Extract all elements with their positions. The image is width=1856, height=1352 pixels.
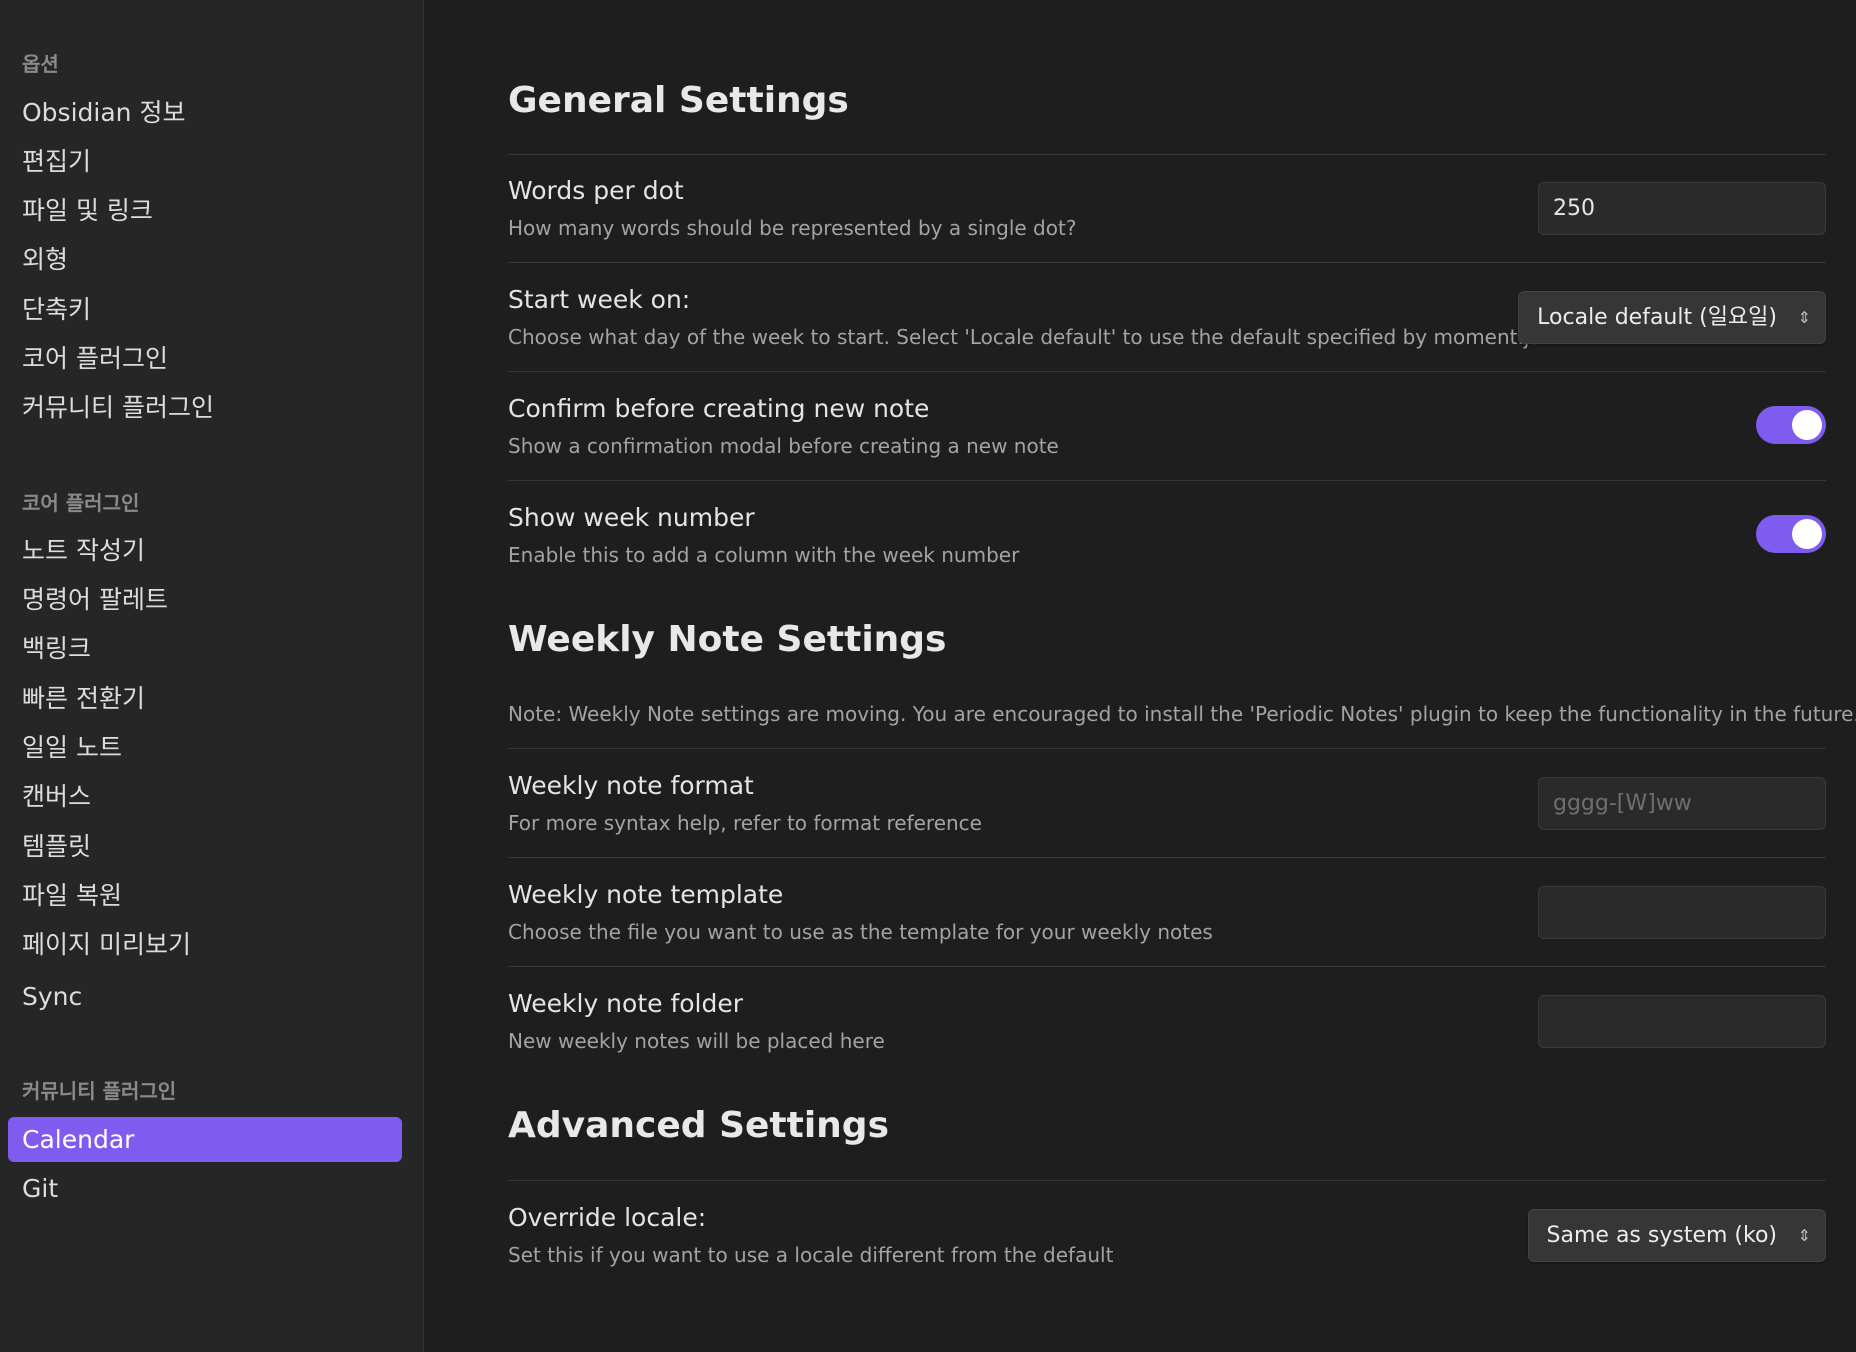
sidebar-item-templates[interactable]: 템플릿 [8,824,402,869]
confirm-new-note-name: Confirm before creating new note [508,394,930,423]
settings-sidebar: 옵션 Obsidian 정보 편집기 파일 및 링크 외형 단축키 코어 플러그… [0,0,424,1352]
sidebar-item-files-links[interactable]: 파일 및 링크 [8,188,402,233]
sidebar-group-community-plugins: 커뮤니티 플러그인 [22,1079,177,1103]
sidebar-item-page-preview[interactable]: 페이지 미리보기 [8,922,402,967]
sidebar-item-sync[interactable]: Sync [8,974,402,1019]
words-per-dot-input[interactable] [1538,182,1826,235]
chevron-up-down-icon: ⇕ [1797,308,1811,327]
sidebar-item-quick-switcher[interactable]: 빠른 전환기 [8,676,402,721]
settings-content: General Settings Words per dot How many … [508,0,1856,1352]
weekly-note-format-name: Weekly note format [508,771,754,800]
weekly-note-folder-desc: New weekly notes will be placed here [508,1029,885,1053]
sidebar-item-note-composer[interactable]: 노트 작성기 [8,528,402,573]
sidebar-item-calendar[interactable]: Calendar [8,1117,402,1162]
start-week-selected-value: Locale default (일요일) [1537,305,1777,330]
advanced-settings-heading: Advanced Settings [508,1105,890,1146]
weekly-note-folder-input[interactable] [1538,995,1826,1048]
sidebar-item-git[interactable]: Git [8,1166,402,1211]
start-week-desc: Choose what day of the week to start. Se… [508,325,1540,349]
start-week-select[interactable]: Locale default (일요일) ⇕ [1518,291,1826,344]
divider [508,1180,1826,1181]
divider [508,262,1826,263]
sidebar-item-about-obsidian[interactable]: Obsidian 정보 [8,90,402,135]
divider [508,748,1826,749]
general-settings-heading: General Settings [508,80,849,121]
words-per-dot-desc: How many words should be represented by … [508,216,1077,240]
weekly-note-migration-notice: Note: Weekly Note settings are moving. Y… [508,702,1856,726]
show-week-number-name: Show week number [508,503,755,532]
override-locale-desc: Set this if you want to use a locale dif… [508,1243,1114,1267]
show-week-number-toggle[interactable] [1756,515,1826,553]
show-week-number-desc: Enable this to add a column with the wee… [508,543,1020,567]
divider [508,857,1826,858]
words-per-dot-name: Words per dot [508,176,684,205]
divider [508,371,1826,372]
toggle-knob [1792,519,1822,549]
confirm-new-note-toggle[interactable] [1756,406,1826,444]
sidebar-item-file-recovery[interactable]: 파일 복원 [8,873,402,918]
weekly-note-format-input[interactable] [1538,777,1826,830]
divider [508,966,1826,967]
override-locale-select[interactable]: Same as system (ko) ⇕ [1527,1209,1826,1262]
weekly-note-template-input[interactable] [1538,886,1826,939]
override-locale-name: Override locale: [508,1203,707,1232]
sidebar-item-editor[interactable]: 편집기 [8,139,402,184]
sidebar-item-appearance[interactable]: 외형 [8,237,402,282]
weekly-note-template-name: Weekly note template [508,880,784,909]
sidebar-group-options: 옵션 [22,52,59,76]
sidebar-item-backlinks[interactable]: 백링크 [8,626,402,671]
sidebar-item-canvas[interactable]: 캔버스 [8,774,402,819]
override-locale-selected-value: Same as system (ko) [1546,1223,1777,1248]
confirm-new-note-desc: Show a confirmation modal before creatin… [508,434,1059,458]
divider [508,480,1826,481]
weekly-note-settings-heading: Weekly Note Settings [508,619,947,660]
sidebar-item-daily-notes[interactable]: 일일 노트 [8,725,402,770]
start-week-name: Start week on: [508,285,691,314]
sidebar-item-hotkeys[interactable]: 단축키 [8,287,402,332]
toggle-knob [1792,410,1822,440]
weekly-note-format-desc: For more syntax help, refer to format re… [508,811,982,835]
chevron-up-down-icon: ⇕ [1797,1226,1811,1245]
divider [508,154,1826,155]
sidebar-item-core-plugins[interactable]: 코어 플러그인 [8,336,402,381]
weekly-note-folder-name: Weekly note folder [508,989,744,1018]
weekly-note-template-desc: Choose the file you want to use as the t… [508,920,1213,944]
sidebar-item-community-plugins[interactable]: 커뮤니티 플러그인 [8,385,402,430]
sidebar-group-core-plugins: 코어 플러그인 [22,491,140,515]
sidebar-item-command-palette[interactable]: 명령어 팔레트 [8,577,402,622]
